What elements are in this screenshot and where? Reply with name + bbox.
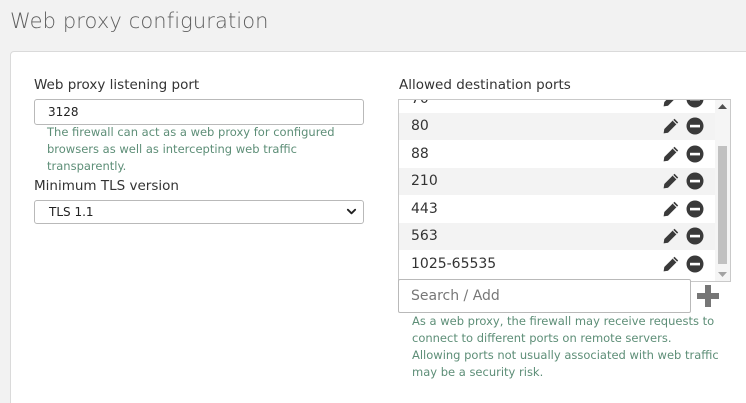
port-search-add-input[interactable] (398, 279, 691, 313)
port-list-item: 70 (399, 99, 716, 113)
list-scrollbar[interactable] (715, 100, 730, 281)
proxy-port-help: The firewall can act as a web proxy for … (47, 125, 335, 173)
port-list-item: 1025-65535 (399, 250, 716, 278)
port-value: 88 (411, 145, 429, 162)
scroll-up-arrow-icon[interactable] (718, 103, 727, 110)
web-proxy-panel: Web proxy listening port 3128 The firewa… (10, 51, 746, 403)
allowed-ports-list[interactable]: 70 80 88 210 443 563 1025-65535 (398, 99, 731, 282)
port-value: 70 (411, 100, 429, 107)
add-port-button[interactable] (695, 283, 721, 309)
pencil-icon[interactable] (662, 172, 680, 190)
minus-circle-icon[interactable] (686, 145, 704, 163)
minus-circle-icon[interactable] (686, 227, 704, 245)
port-value: 80 (411, 118, 429, 135)
scroll-down-arrow-icon[interactable] (718, 271, 727, 278)
tls-version-select[interactable]: TLS 1.1 (34, 200, 364, 224)
port-value: 443 (411, 200, 438, 217)
port-value: 210 (411, 173, 438, 190)
pencil-icon[interactable] (662, 117, 680, 135)
minus-circle-icon[interactable] (686, 99, 704, 108)
port-value: 563 (411, 228, 438, 245)
proxy-port-label: Web proxy listening port (34, 77, 200, 93)
pencil-icon[interactable] (662, 255, 680, 273)
tls-version-value: TLS 1.1 (49, 205, 94, 219)
port-list-item: 443 (399, 195, 716, 223)
proxy-port-input[interactable]: 3128 (34, 99, 364, 125)
pencil-icon[interactable] (662, 227, 680, 245)
port-list-item: 563 (399, 222, 716, 250)
port-list-item: 88 (399, 140, 716, 168)
page-title: Web proxy configuration (10, 9, 269, 33)
port-value: 1025-65535 (411, 255, 497, 272)
port-list-item: 80 (399, 112, 716, 140)
allowed-ports-label: Allowed destination ports (399, 77, 571, 93)
minus-circle-icon[interactable] (686, 255, 704, 273)
minus-circle-icon[interactable] (686, 172, 704, 190)
pencil-icon[interactable] (662, 200, 680, 218)
minus-circle-icon[interactable] (686, 117, 704, 135)
minus-circle-icon[interactable] (686, 200, 704, 218)
chevron-down-icon (346, 208, 357, 215)
pencil-icon[interactable] (662, 145, 680, 163)
pencil-icon[interactable] (662, 99, 680, 108)
scroll-thumb[interactable] (718, 146, 727, 264)
tls-version-label: Minimum TLS version (34, 178, 179, 194)
allowed-ports-help: As a web proxy, the firewall may receive… (412, 314, 719, 379)
port-list-item: 210 (399, 167, 716, 195)
